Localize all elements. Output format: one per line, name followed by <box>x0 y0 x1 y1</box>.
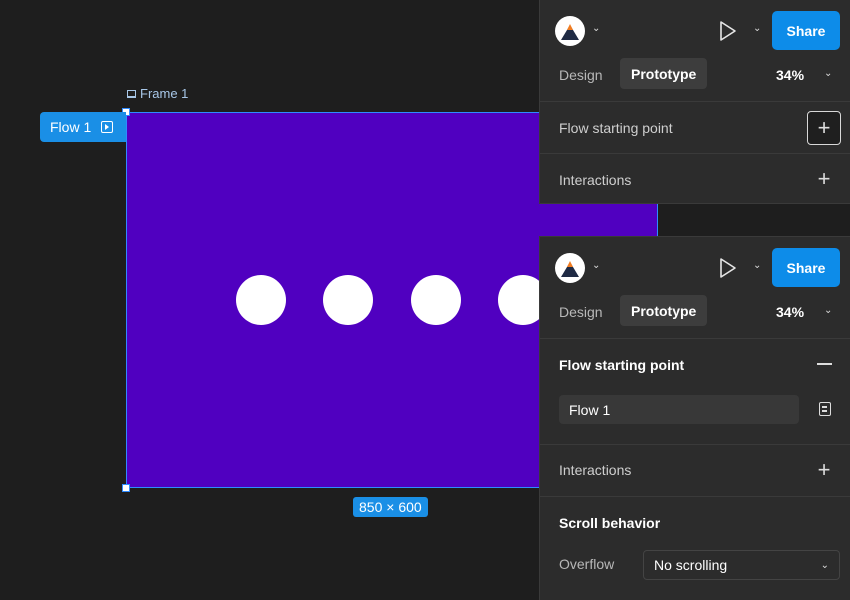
loading-dot-1 <box>236 275 286 325</box>
share-button[interactable]: Share <box>772 248 840 287</box>
flow-starting-point-title: Flow starting point <box>559 120 673 136</box>
zoom-level[interactable]: 34% <box>776 304 804 320</box>
flow-starting-point-section: Flow starting point + <box>540 102 850 154</box>
flow-starting-point-title: Flow starting point <box>559 357 685 373</box>
remove-flow-minus-icon[interactable] <box>817 363 832 365</box>
frame-icon <box>127 89 136 98</box>
overflow-select[interactable]: No scrolling ⌄ <box>643 550 840 580</box>
flow-play-icon[interactable] <box>101 121 114 133</box>
avatar[interactable] <box>555 253 585 283</box>
toolbar: ⌄ ⌄ Share <box>540 0 850 58</box>
loading-dot-2 <box>323 275 373 325</box>
frame-label[interactable]: Frame 1 <box>127 86 188 101</box>
mountain-logo-icon <box>561 24 579 40</box>
present-play-icon[interactable] <box>718 257 738 279</box>
panel-tabs: Design Prototype 34% ⌄ <box>540 58 850 102</box>
add-interaction-plus-icon[interactable]: + <box>807 162 841 196</box>
flow-name-field[interactable]: Flow 1 <box>559 395 799 424</box>
flow-tag[interactable]: Flow 1 <box>40 112 126 142</box>
tab-design[interactable]: Design <box>559 304 603 320</box>
properties-panel-top: ⌄ ⌄ Share Design Prototype 34% ⌄ Flow st… <box>539 0 850 204</box>
present-chevron-down-icon[interactable]: ⌄ <box>753 260 761 271</box>
present-chevron-down-icon[interactable]: ⌄ <box>753 23 761 34</box>
present-play-icon[interactable] <box>718 20 738 42</box>
flow-tag-label: Flow 1 <box>50 119 92 135</box>
avatar[interactable] <box>555 16 585 46</box>
zoom-chevron-down-icon[interactable]: ⌄ <box>824 68 832 79</box>
tab-prototype[interactable]: Prototype <box>620 58 708 89</box>
add-flow-plus-icon[interactable]: + <box>807 111 841 145</box>
scroll-behavior-title: Scroll behavior <box>559 515 661 531</box>
share-button[interactable]: Share <box>772 11 840 50</box>
overflow-select-value: No scrolling <box>654 557 728 573</box>
size-badge: 850 × 600 <box>353 497 428 517</box>
interactions-section: Interactions + <box>540 445 850 497</box>
frame-label-text: Frame 1 <box>140 86 189 101</box>
zoom-level[interactable]: 34% <box>776 67 804 83</box>
interactions-title: Interactions <box>559 462 632 478</box>
flow-starting-point-section: Flow starting point Flow 1 <box>540 339 850 445</box>
flow-description-icon[interactable] <box>819 402 831 416</box>
add-interaction-plus-icon[interactable]: + <box>807 453 841 487</box>
overflow-label: Overflow <box>559 556 615 572</box>
toolbar: ⌄ ⌄ Share <box>540 237 850 295</box>
panel-tabs: Design Prototype 34% ⌄ <box>540 295 850 339</box>
interactions-section: Interactions + <box>540 154 850 204</box>
zoom-chevron-down-icon[interactable]: ⌄ <box>824 305 832 316</box>
tab-prototype[interactable]: Prototype <box>620 295 708 326</box>
mountain-logo-icon <box>561 261 579 277</box>
avatar-chevron-down-icon[interactable]: ⌄ <box>592 260 600 271</box>
interactions-title: Interactions <box>559 172 632 188</box>
overflow-chevron-down-icon: ⌄ <box>820 559 829 571</box>
properties-panel-bottom: ⌄ ⌄ Share Design Prototype 34% ⌄ Flow st… <box>539 236 850 600</box>
loading-dot-3 <box>411 275 461 325</box>
tab-design[interactable]: Design <box>559 67 603 83</box>
resize-handle-bottom-left[interactable] <box>122 484 130 492</box>
avatar-chevron-down-icon[interactable]: ⌄ <box>592 23 600 34</box>
